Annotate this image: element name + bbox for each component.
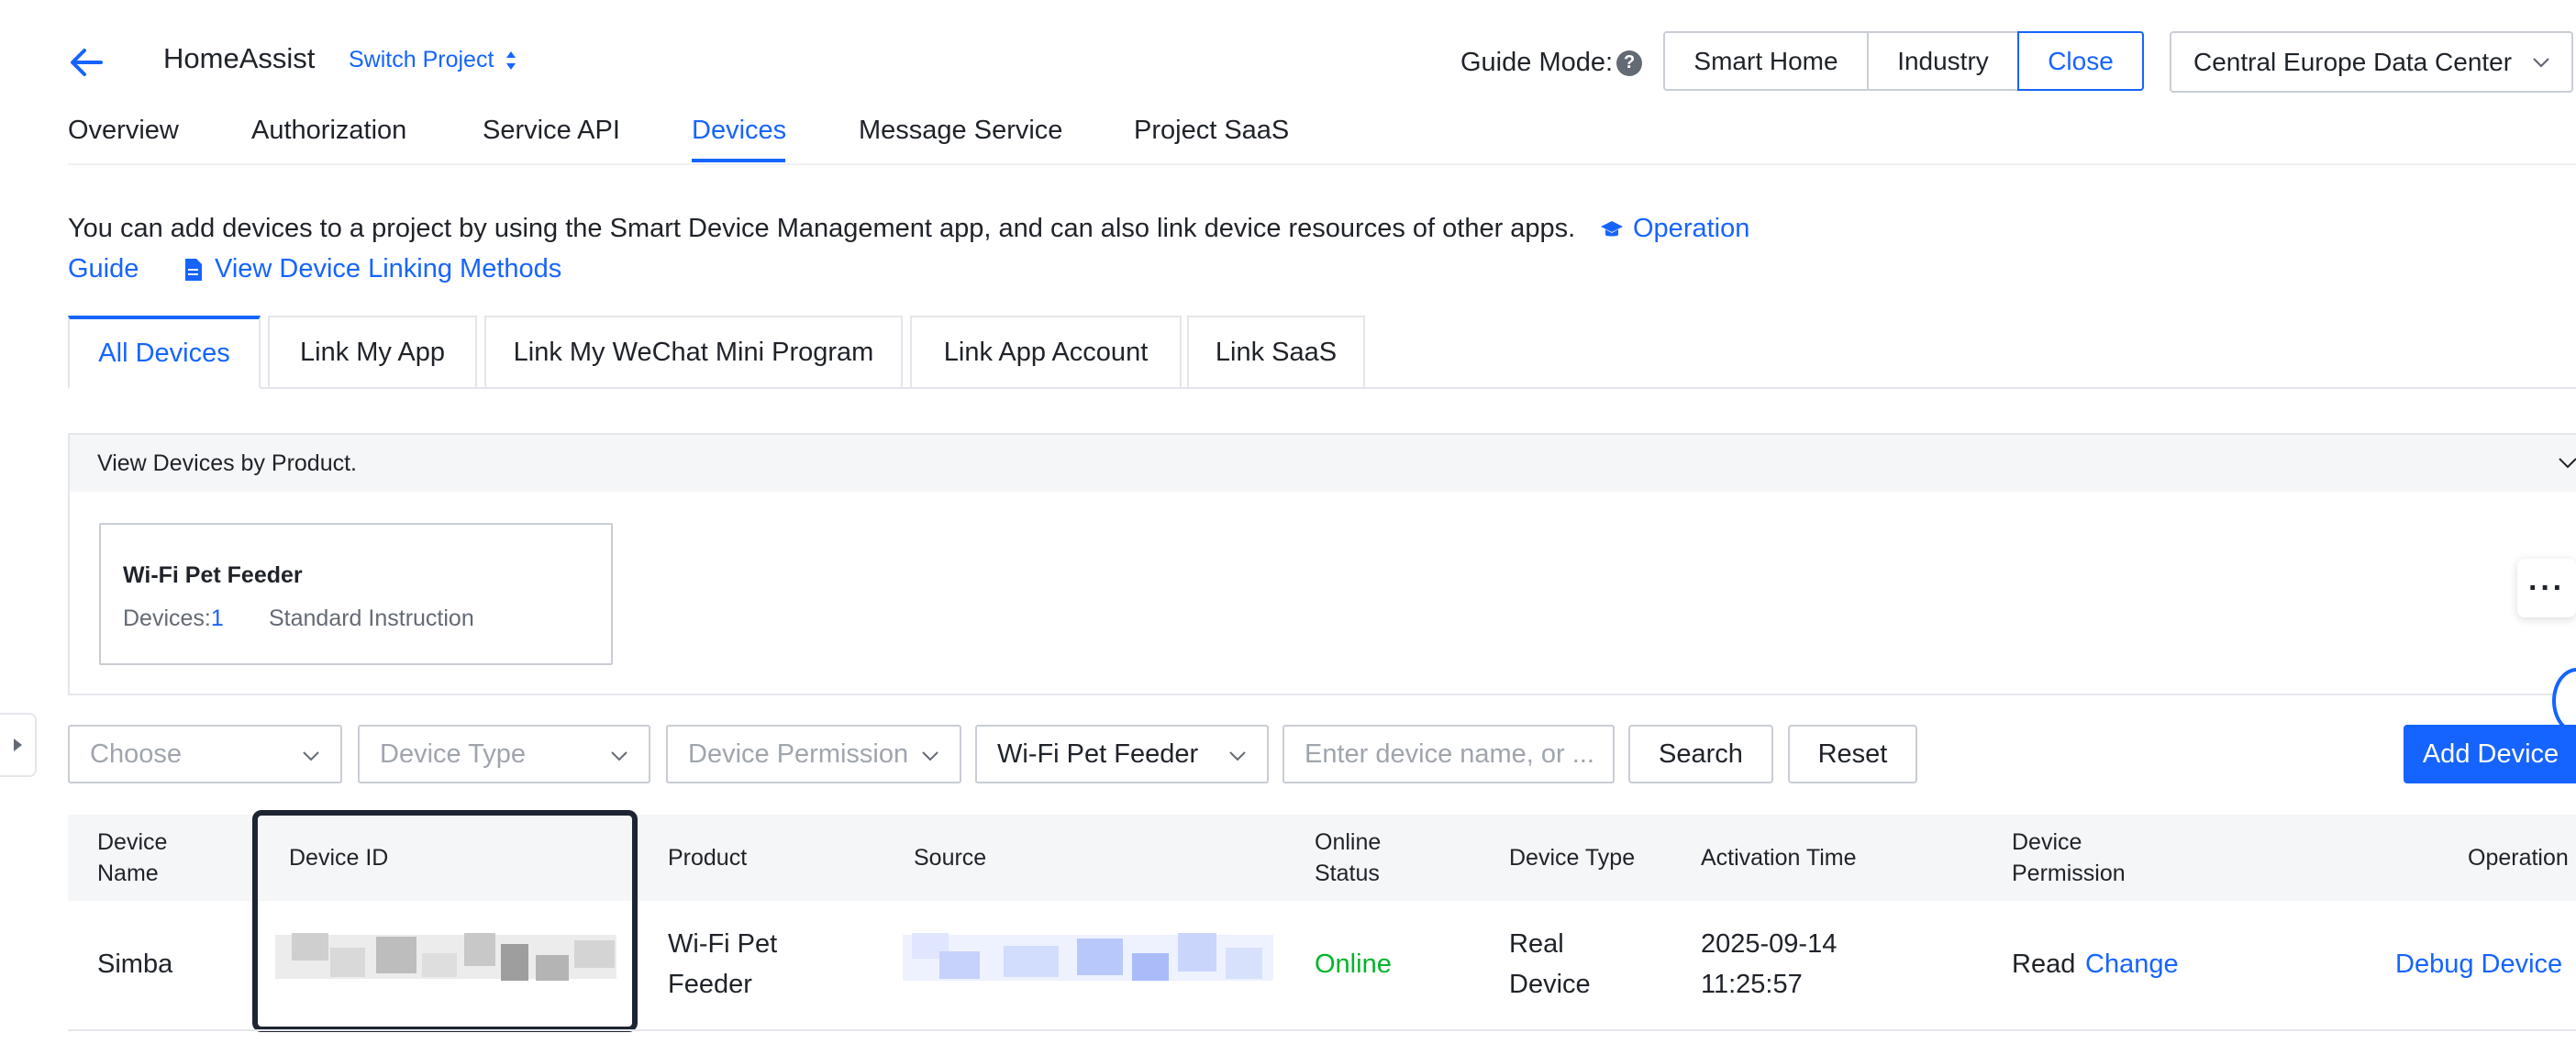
cell-activation-date: 2025-09-14 xyxy=(1701,929,1838,959)
th-online-status: Online Status xyxy=(1315,827,1381,889)
nav-overview[interactable]: Overview xyxy=(68,116,179,146)
th-device-permission-line2: Permission xyxy=(2012,861,2126,886)
guide-mode-group: Smart Home Industry Close xyxy=(1663,31,2144,91)
devices-label: Devices: xyxy=(123,605,211,631)
guide-mode-text: Guide Mode: xyxy=(1460,48,1614,77)
devices-count[interactable]: 1 xyxy=(211,605,224,631)
switch-project-button[interactable]: Switch Project xyxy=(349,47,517,73)
th-online-status-line1: Online xyxy=(1315,829,1382,855)
product-card[interactable] xyxy=(99,523,613,665)
device-type-select[interactable]: Device Type xyxy=(358,725,650,783)
cell-permission: Read xyxy=(2012,950,2076,979)
cell-device-type-line2: Device xyxy=(1509,970,1591,999)
tab-link-wechat-mini-program[interactable]: Link My WeChat Mini Program xyxy=(484,316,903,389)
graduation-cap-icon xyxy=(1601,220,1623,236)
cell-product: Wi-Fi Pet Feeder xyxy=(668,924,777,1005)
device-id-highlight xyxy=(252,810,638,1032)
cell-device-type-line1: Real xyxy=(1509,929,1564,959)
cell-product-line2: Feeder xyxy=(668,970,752,999)
guide-mode-close[interactable]: Close xyxy=(2017,31,2144,91)
guide-mode-industry[interactable]: Industry xyxy=(1867,31,2019,91)
more-dots-icon: ··· xyxy=(2528,570,2565,605)
th-device-permission: Device Permission xyxy=(2012,827,2126,889)
more-options-button[interactable]: ··· xyxy=(2517,559,2576,617)
tab-link-saas[interactable]: Link SaaS xyxy=(1187,316,1365,389)
change-permission-link[interactable]: Change xyxy=(2085,944,2179,984)
debug-device-link[interactable]: Debug Device xyxy=(2395,944,2562,984)
device-permission-select[interactable]: Device Permission xyxy=(666,725,961,783)
search-placeholder: Enter device name, or ... xyxy=(1305,739,1594,769)
tab-all-devices[interactable]: All Devices xyxy=(68,316,261,389)
product-panel-header[interactable] xyxy=(70,435,2576,492)
choose-select[interactable]: Choose xyxy=(68,725,342,783)
row-divider xyxy=(68,1029,2576,1031)
operation-guide-label: Operation xyxy=(1633,214,1750,243)
th-product: Product xyxy=(668,845,748,871)
nav-devices[interactable]: Devices xyxy=(692,116,786,146)
caret-right-icon xyxy=(14,739,22,751)
chevron-down-icon xyxy=(611,751,627,761)
th-source: Source xyxy=(914,845,987,871)
view-linking-methods-link[interactable]: View Device Linking Methods xyxy=(183,254,561,284)
nav-active-indicator xyxy=(692,159,785,162)
nav-project-saas[interactable]: Project SaaS xyxy=(1134,116,1289,146)
region-value: Central Europe Data Center xyxy=(2193,47,2513,76)
th-online-status-line2: Status xyxy=(1315,861,1380,886)
product-card-type: Standard Instruction xyxy=(269,605,474,631)
th-activation-time: Activation Time xyxy=(1701,845,1857,871)
th-operation: Operation xyxy=(2468,845,2569,871)
device-search-input[interactable]: Enter device name, or ... xyxy=(1282,725,1615,783)
product-select-value: Wi-Fi Pet Feeder xyxy=(997,739,1199,769)
side-expand-button[interactable] xyxy=(0,713,37,777)
nav-message-service[interactable]: Message Service xyxy=(859,116,1062,146)
back-arrow-icon[interactable] xyxy=(64,40,108,84)
tab-link-my-app[interactable]: Link My App xyxy=(268,316,477,389)
sort-arrows-icon xyxy=(506,50,516,70)
chevron-down-icon[interactable] xyxy=(2556,450,2576,474)
cell-activation-time: 2025-09-14 11:25:57 xyxy=(1701,924,1837,1005)
chevron-down-icon xyxy=(303,751,319,761)
cell-online-status: Online xyxy=(1315,950,1392,979)
nav-service-api[interactable]: Service API xyxy=(483,116,620,146)
info-text: You can add devices to a project by usin… xyxy=(68,214,1576,243)
reset-button[interactable]: Reset xyxy=(1788,725,1917,783)
chevron-down-icon xyxy=(922,751,938,761)
product-select[interactable]: Wi-Fi Pet Feeder xyxy=(975,725,1269,783)
cell-device-type: Real Device xyxy=(1509,924,1591,1005)
chevron-down-icon xyxy=(1229,751,1246,761)
nav-divider xyxy=(68,163,2576,165)
search-button[interactable]: Search xyxy=(1628,725,1773,783)
guide-mode-smart-home[interactable]: Smart Home xyxy=(1663,31,1869,91)
th-device-permission-line1: Device xyxy=(2012,829,2082,855)
product-card-name: Wi-Fi Pet Feeder xyxy=(123,562,303,588)
operation-guide-link[interactable]: Operation xyxy=(1600,214,1749,244)
th-device-name-line2: Name xyxy=(97,861,159,886)
device-type-placeholder: Device Type xyxy=(380,739,527,769)
document-icon xyxy=(185,258,202,281)
help-icon[interactable]: ? xyxy=(1616,50,1643,76)
view-linking-methods-label: View Device Linking Methods xyxy=(215,254,562,283)
th-device-type: Device Type xyxy=(1509,845,1636,871)
guide-mode-label: Guide Mode: ? xyxy=(1460,48,1643,78)
add-device-button[interactable]: Add Device xyxy=(2404,725,2576,783)
product-card-devices: Devices:1 xyxy=(123,605,224,632)
cell-product-line1: Wi-Fi Pet xyxy=(668,929,778,959)
operation-guide-link-continued[interactable]: Guide xyxy=(68,254,139,284)
device-permission-placeholder: Device Permission xyxy=(688,739,909,769)
cell-activation-clock: 11:25:57 xyxy=(1701,970,1803,999)
chevron-down-icon xyxy=(2533,57,2549,68)
th-device-name-line1: Device xyxy=(97,829,168,855)
region-select[interactable]: Central Europe Data Center xyxy=(2170,31,2573,93)
choose-placeholder: Choose xyxy=(90,739,182,769)
nav-authorization[interactable]: Authorization xyxy=(251,116,406,146)
switch-project-label: Switch Project xyxy=(349,47,494,72)
cell-device-name[interactable]: Simba xyxy=(97,944,172,984)
tab-link-app-account[interactable]: Link App Account xyxy=(910,316,1182,389)
source-redacted xyxy=(903,929,1273,986)
product-panel-title: View Devices by Product. xyxy=(97,450,357,476)
th-device-name: Device Name xyxy=(97,827,167,889)
project-name: HomeAssist xyxy=(163,42,316,74)
